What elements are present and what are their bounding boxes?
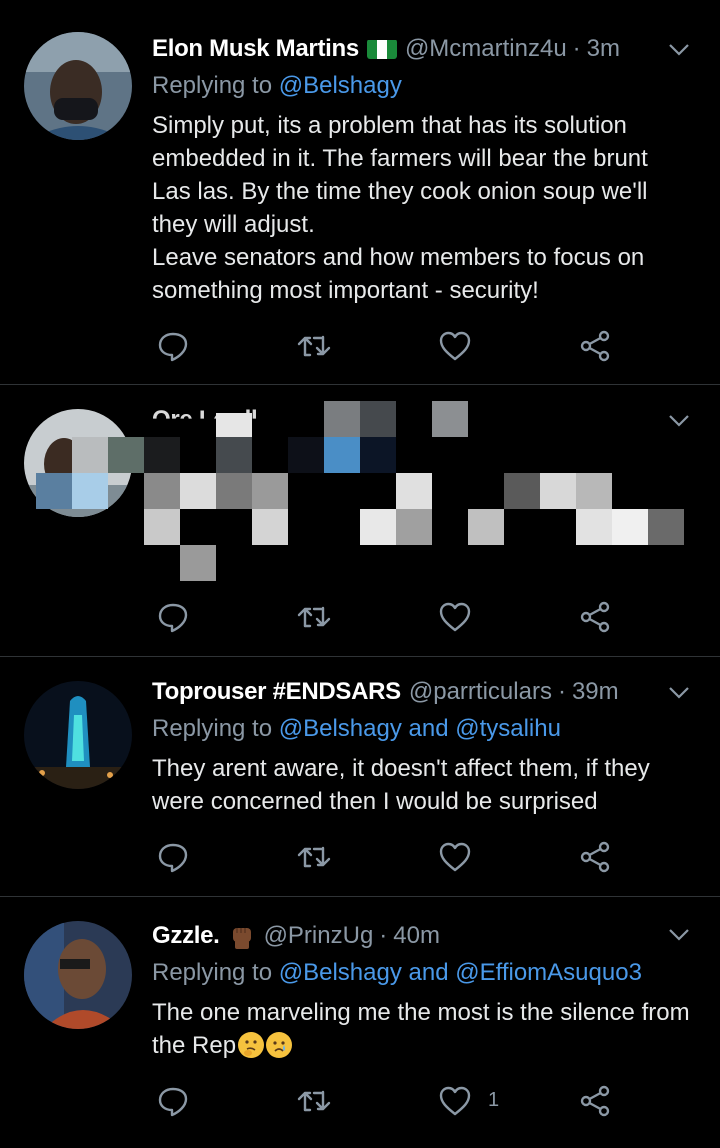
like-button[interactable] xyxy=(438,597,478,637)
replying-prefix: Replying to xyxy=(152,959,273,986)
share-icon xyxy=(580,1085,610,1117)
timestamp[interactable]: 39m xyxy=(572,678,619,706)
tweet[interactable]: Ore Lordl xyxy=(0,385,720,657)
reply-button[interactable] xyxy=(156,1081,196,1121)
text-line: The one marveling me the most is the sil… xyxy=(152,999,690,1059)
like-icon xyxy=(439,331,471,361)
like-button[interactable] xyxy=(438,326,478,366)
reply-button[interactable] xyxy=(156,837,196,877)
action-bar xyxy=(152,597,622,637)
user-handle[interactable]: @parrticulars xyxy=(409,678,552,706)
tweet-text: Simply put, its a problem that has its s… xyxy=(152,109,692,307)
tweet[interactable]: Elon Musk Martins @Mcmartinz4u · 3m Repl… xyxy=(0,0,720,385)
display-name[interactable]: Elon Musk Martins xyxy=(152,35,359,63)
reply-icon xyxy=(158,843,188,873)
reply-icon xyxy=(158,603,188,633)
timestamp[interactable]: 3m xyxy=(587,35,620,63)
chevron-down-icon[interactable] xyxy=(666,921,692,947)
text-line: Leave senators and how members to focus … xyxy=(152,244,645,304)
separator: · xyxy=(572,35,581,62)
tweet-header: Gzzle. @PrinzUg · 40m xyxy=(152,919,690,953)
user-handle[interactable]: @Mcmartinz4u xyxy=(405,35,567,63)
tweet-text: The one marveling me the most is the sil… xyxy=(152,996,692,1062)
nigeria-flag-icon xyxy=(366,39,397,59)
separator: · xyxy=(379,922,388,949)
like-button[interactable] xyxy=(438,837,478,877)
avatar[interactable] xyxy=(24,32,132,140)
mention-link[interactable]: @Belshagy and @tysalihu xyxy=(279,715,561,742)
user-handle[interactable]: @PrinzUg xyxy=(264,922,374,950)
text-line: Simply put, its a problem that has its s… xyxy=(152,112,648,238)
avatar[interactable] xyxy=(24,681,132,789)
replying-to: Replying to @Belshagy xyxy=(152,72,402,100)
share-icon xyxy=(580,330,610,362)
reply-button[interactable] xyxy=(156,326,196,366)
reply-icon xyxy=(158,1087,188,1117)
retweet-icon xyxy=(297,1090,331,1112)
reply-button[interactable] xyxy=(156,597,196,637)
tweet-header: Toprouser #ENDSARS @parrticulars · 39m xyxy=(152,675,690,709)
share-button[interactable] xyxy=(578,326,618,366)
replying-prefix: Replying to xyxy=(152,715,273,742)
share-button[interactable] xyxy=(578,837,618,877)
retweet-button[interactable] xyxy=(296,597,336,637)
reply-icon xyxy=(158,332,188,362)
mention-link[interactable]: @Belshagy and @EffiomAsuquo3 xyxy=(279,959,642,986)
like-icon xyxy=(439,602,471,632)
retweet-button[interactable] xyxy=(296,837,336,877)
text-line: They arent aware, it doesn't affect them… xyxy=(152,755,650,815)
retweet-icon xyxy=(297,606,331,628)
retweet-icon xyxy=(297,335,331,357)
raised-fist-icon xyxy=(228,922,256,950)
like-button[interactable] xyxy=(438,1081,478,1121)
separator: · xyxy=(557,678,566,705)
replying-to: Replying to @Belshagy and @tysalihu xyxy=(152,715,561,743)
like-count: 1 xyxy=(488,1089,500,1111)
tweet-text: They arent aware, it doesn't affect them… xyxy=(152,752,692,818)
display-name[interactable]: Gzzle. xyxy=(152,922,220,950)
chevron-down-icon[interactable] xyxy=(666,679,692,705)
tweet[interactable]: Gzzle. @PrinzUg · 40m Replying to @Belsh… xyxy=(0,897,720,1148)
redacted-content xyxy=(0,385,720,585)
action-bar xyxy=(152,326,622,366)
crying-face-icon xyxy=(266,1032,293,1058)
share-icon xyxy=(580,841,610,873)
mention-link[interactable]: @Belshagy xyxy=(279,72,402,99)
chevron-down-icon[interactable] xyxy=(666,36,692,62)
timestamp[interactable]: 40m xyxy=(393,922,440,950)
share-button[interactable] xyxy=(578,597,618,637)
action-bar: 1 xyxy=(152,1081,622,1121)
display-name[interactable]: Toprouser #ENDSARS xyxy=(152,678,401,706)
replying-to: Replying to @Belshagy and @EffiomAsuquo3 xyxy=(152,959,642,987)
tweet[interactable]: Toprouser #ENDSARS @parrticulars · 39m R… xyxy=(0,657,720,897)
retweet-button[interactable] xyxy=(296,326,336,366)
share-icon xyxy=(580,601,610,633)
thinking-face-icon xyxy=(238,1032,265,1058)
retweet-icon xyxy=(297,846,331,868)
replying-prefix: Replying to xyxy=(152,72,273,99)
retweet-button[interactable] xyxy=(296,1081,336,1121)
share-button[interactable] xyxy=(578,1081,618,1121)
tweet-header: Elon Musk Martins @Mcmartinz4u · 3m xyxy=(152,32,690,66)
like-icon xyxy=(439,842,471,872)
action-bar xyxy=(152,837,622,877)
avatar[interactable] xyxy=(24,921,132,1029)
like-icon xyxy=(439,1086,471,1116)
